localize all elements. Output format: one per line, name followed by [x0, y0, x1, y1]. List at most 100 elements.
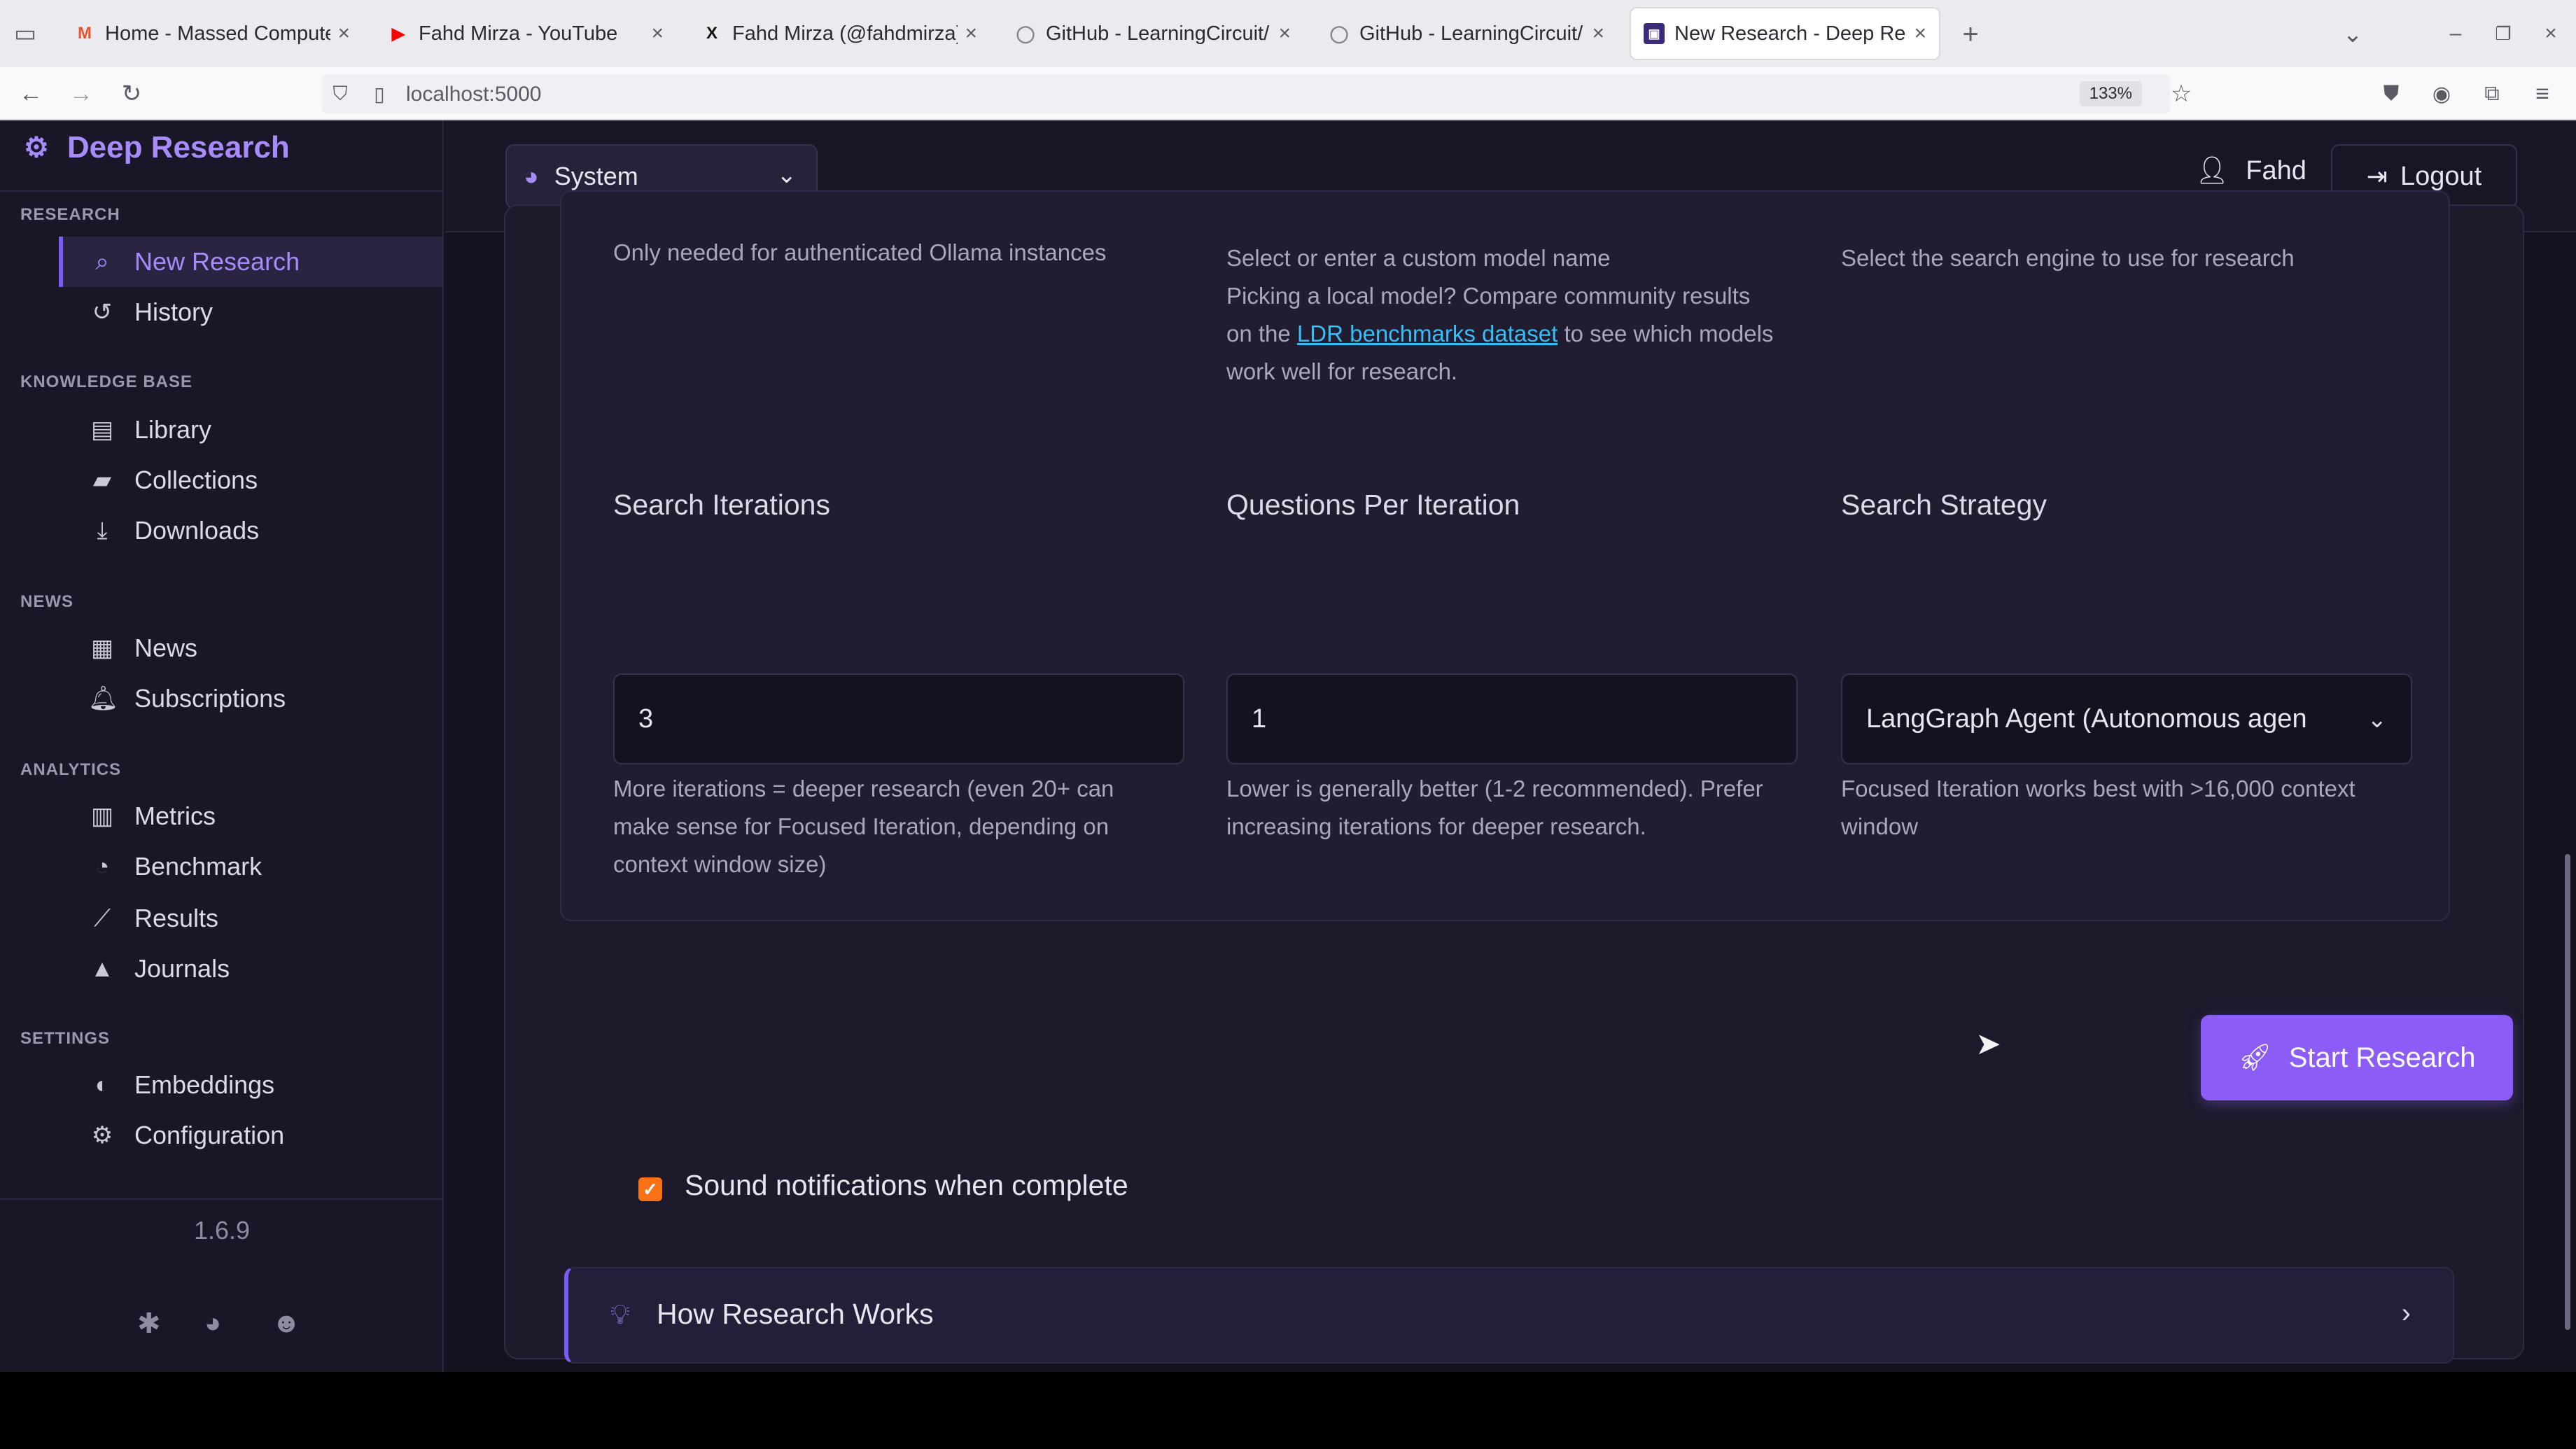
url-text[interactable]: localhost:5000 — [406, 83, 541, 106]
sidebar-item-label: News — [134, 634, 198, 662]
model-tip-line-1: Picking a local model? Compare community… — [1226, 283, 1751, 309]
checkmark-icon: ✓ — [643, 1178, 658, 1200]
sidebar-item-library[interactable]: ▤ Library — [59, 405, 442, 455]
menu-icon[interactable]: ≡ — [2527, 78, 2558, 109]
brand-title: Deep Research — [66, 130, 290, 164]
search-iterations-input[interactable]: 3 — [613, 673, 1184, 764]
tab-list-icon[interactable]: ▭ — [11, 20, 39, 48]
mouse-cursor-icon: ➤ — [1975, 1027, 2001, 1061]
sidebar-item-results[interactable]: ⟋ Results — [59, 893, 442, 944]
reddit-icon[interactable]: ☻ — [272, 1308, 301, 1339]
browser-tab-active[interactable]: ▣ New Research - Deep Re × — [1631, 8, 1939, 59]
strategy-help-line-1: Focused Iteration works best with >16,00… — [1841, 776, 2356, 802]
close-tab-icon[interactable]: × — [651, 22, 664, 46]
shield-icon[interactable]: ⛉ — [326, 80, 354, 108]
browser-tab[interactable]: ◯ GitHub - LearningCircuit/ × — [1002, 8, 1303, 59]
rocket-icon: 🚀︎ — [2238, 1043, 2272, 1072]
sidebar-item-journals[interactable]: ▲ Journals — [59, 944, 442, 994]
section-label-research: RESEARCH — [20, 205, 120, 224]
restore-icon[interactable]: ❐ — [2489, 20, 2517, 48]
sidebar-item-subscriptions[interactable]: 🔔︎ Subscriptions — [59, 673, 442, 724]
close-window-icon[interactable]: × — [2537, 20, 2565, 48]
sound-notifications-checkbox[interactable]: ✓ — [638, 1177, 662, 1201]
browser-tab[interactable]: ▶ Fahd Mirza - YouTube × — [375, 8, 676, 59]
sidebar-item-label: Subscriptions — [134, 684, 286, 713]
line-chart-icon: ⟋ — [94, 904, 111, 932]
sidebar-item-metrics[interactable]: ▥ Metrics — [59, 791, 442, 841]
brain-icon: ◐ — [94, 1071, 110, 1098]
download-icon: ⤓ — [97, 517, 108, 544]
browser-tab[interactable]: ◯ GitHub - LearningCircuit/ × — [1316, 8, 1617, 59]
benchmarks-link[interactable]: LDR benchmarks dataset — [1297, 321, 1558, 346]
start-research-button[interactable]: 🚀︎ Start Research — [2201, 1015, 2513, 1100]
close-tab-icon[interactable]: × — [1914, 22, 1926, 46]
folder-icon: ▰ — [92, 467, 112, 493]
sidebar-item-configuration[interactable]: ⚙ Configuration — [59, 1110, 442, 1161]
how-research-works-panel[interactable]: 💡︎ How Research Works › — [564, 1267, 2454, 1364]
browser-tab[interactable]: M Home - Massed Compute × — [62, 8, 363, 59]
sidebar-item-label: History — [134, 298, 214, 326]
sidebar-item-label: Journals — [134, 954, 230, 983]
sidebar-item-label: Collections — [134, 465, 258, 494]
palette-icon: ◕ — [524, 162, 539, 190]
forward-icon[interactable]: → — [66, 78, 97, 109]
close-tab-icon[interactable]: × — [1592, 22, 1604, 46]
extensions-icon[interactable]: ⧉ — [2477, 78, 2507, 109]
sidebar-item-embeddings[interactable]: ◐ Embeddings — [59, 1060, 442, 1110]
questions-help-line-2: increasing iterations for deeper researc… — [1226, 813, 1646, 839]
sidebar-item-label: New Research — [134, 247, 300, 276]
browser-nav-bar: ← → ↻ ⛉ ▯ localhost:5000 133% ☆ ⛊ ◉ ⧉ ≡ — [0, 67, 2576, 120]
zoom-level[interactable]: 133% — [2079, 81, 2142, 106]
new-tab-icon[interactable]: + — [1954, 18, 1987, 50]
minimize-icon[interactable]: – — [2442, 20, 2470, 48]
sidebar-item-history[interactable]: ↺ History — [59, 287, 442, 337]
search-strategy-select[interactable]: LangGraph Agent (Autonomous agen ⌄ — [1841, 673, 2412, 764]
gauge-icon: ◔ — [94, 853, 110, 880]
model-help: Select or enter a custom model name — [1226, 245, 1611, 271]
discord-icon[interactable]: ◕ — [204, 1308, 221, 1339]
section-label-settings: SETTINGS — [20, 1029, 111, 1048]
strategy-help-line-2: window — [1841, 813, 1919, 839]
section-label-knowledge-base: KNOWLEDGE BASE — [20, 372, 193, 391]
questions-per-iteration-input[interactable]: 1 — [1226, 673, 1798, 764]
close-tab-icon[interactable]: × — [1278, 22, 1291, 46]
list-tabs-icon[interactable]: ⌄ — [2337, 18, 2369, 50]
divider — [0, 1198, 444, 1200]
sidebar-item-benchmark[interactable]: ◔ Benchmark — [59, 841, 442, 892]
sound-notifications-label[interactable]: Sound notifications when complete — [685, 1169, 1128, 1202]
user-menu[interactable]: 👤︎ Fahd — [2195, 155, 2306, 186]
model-tip-pre: on the — [1226, 321, 1291, 346]
sidebar-item-collections[interactable]: ▰ Collections — [59, 455, 442, 505]
address-bar[interactable]: ⛉ ▯ localhost:5000 133% — [322, 74, 2170, 113]
content: Only needed for authenticated Ollama ins… — [504, 190, 2524, 1449]
sidebar-item-news[interactable]: ▦ News — [59, 623, 442, 673]
sidebar-item-label: Benchmark — [134, 852, 262, 881]
bookmark-star-icon[interactable]: ☆ — [2166, 78, 2197, 109]
close-tab-icon[interactable]: × — [337, 22, 350, 46]
section-label-news: NEWS — [20, 592, 74, 611]
search-strategy-value: LangGraph Agent (Autonomous agen — [1866, 704, 2307, 734]
pocket-icon[interactable]: ⛊ — [2376, 78, 2407, 109]
sidebar-item-label: Results — [134, 904, 219, 932]
page-icon[interactable]: ▯ — [365, 80, 393, 108]
brand[interactable]: ⚙ Deep Research — [24, 130, 290, 165]
sidebar-item-downloads[interactable]: ⤓ Downloads — [59, 505, 442, 556]
page-scrollbar[interactable] — [2565, 854, 2570, 1330]
close-tab-icon[interactable]: × — [965, 22, 977, 46]
bell-icon: 🔔︎ — [88, 685, 119, 712]
history-icon: ↺ — [92, 299, 113, 326]
sidebar-item-label: Library — [134, 415, 212, 444]
bug-icon[interactable]: ✱ — [137, 1308, 161, 1340]
reload-icon[interactable]: ↻ — [116, 78, 147, 109]
sidebar-item-label: Downloads — [134, 516, 260, 545]
browser-tab[interactable]: X Fahd Mirza (@fahdmirza) × — [689, 8, 990, 59]
sidebar-item-label: Embeddings — [134, 1070, 275, 1099]
deep-research-logo-icon: ⚙ — [24, 132, 49, 163]
x-icon: X — [706, 24, 718, 43]
account-icon[interactable]: ◉ — [2426, 78, 2457, 109]
newspaper-icon: ▦ — [90, 635, 114, 662]
questions-per-iteration-label: Questions Per Iteration — [1226, 489, 1520, 521]
back-icon[interactable]: ← — [15, 78, 46, 109]
sidebar-item-new-research[interactable]: ⌕ New Research — [59, 237, 442, 287]
section-label-analytics: ANALYTICS — [20, 760, 122, 779]
